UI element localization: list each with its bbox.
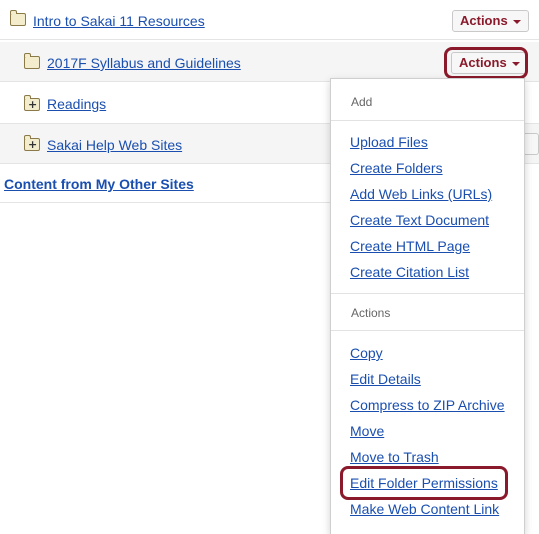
folder-expand-icon[interactable]: + [24,135,40,151]
folder-link[interactable]: Intro to Sakai 11 Resources [33,13,205,29]
menu-item-move[interactable]: Move [350,423,384,439]
actions-button-highlight [444,47,528,79]
folder-link[interactable]: Sakai Help Web Sites [47,137,182,153]
folder-icon [24,53,40,69]
actions-button-label: Actions [460,13,508,28]
other-sites-link[interactable]: Content from My Other Sites [4,176,194,192]
menu-item-add-web-links[interactable]: Add Web Links (URLs) [350,186,492,202]
actions-button[interactable]: Actions [452,10,529,32]
resource-row: Intro to Sakai 11 Resources Actions [0,0,539,40]
menu-item-create-citation-list[interactable]: Create Citation List [350,264,469,280]
menu-item-move-to-trash[interactable]: Move to Trash [350,449,439,465]
menu-header-add: Add [351,95,373,109]
menu-item-create-html-page[interactable]: Create HTML Page [350,238,470,254]
menu-divider [331,293,524,294]
menu-item-create-text-document[interactable]: Create Text Document [350,212,489,228]
folder-expand-icon[interactable]: + [24,95,40,111]
edit-folder-permissions-highlight [340,466,508,500]
folder-icon [10,10,26,26]
menu-divider [331,330,524,331]
folder-link[interactable]: 2017F Syllabus and Guidelines [47,55,241,71]
divider [0,202,330,203]
menu-item-copy[interactable]: Copy [350,345,383,361]
caret-down-icon [512,19,521,24]
menu-item-compress-zip[interactable]: Compress to ZIP Archive [350,397,505,413]
menu-item-upload-files[interactable]: Upload Files [350,134,428,150]
menu-item-create-folders[interactable]: Create Folders [350,160,443,176]
menu-header-actions: Actions [351,306,391,320]
folder-link[interactable]: Readings [47,96,106,112]
menu-item-make-web-content-link[interactable]: Make Web Content Link [350,501,499,517]
menu-item-edit-details[interactable]: Edit Details [350,371,421,387]
menu-divider [331,120,524,121]
